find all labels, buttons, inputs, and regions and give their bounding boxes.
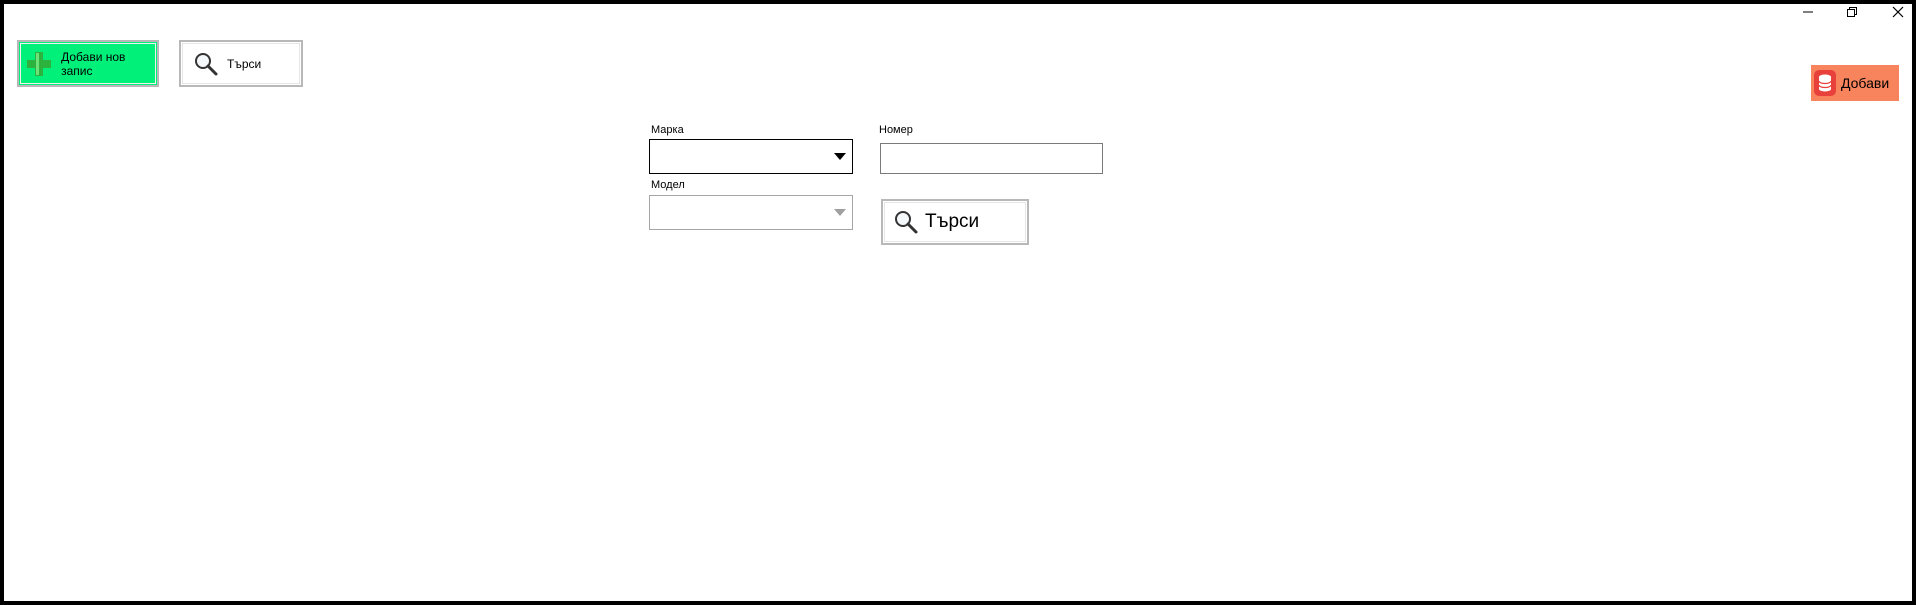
close-button[interactable] bbox=[1883, 4, 1913, 20]
model-dropdown[interactable] bbox=[649, 195, 853, 230]
number-label: Номер bbox=[879, 124, 913, 136]
search-toolbar-button[interactable]: Търси bbox=[179, 40, 303, 87]
search-button[interactable]: Търси bbox=[881, 199, 1029, 245]
close-icon bbox=[1892, 6, 1904, 18]
restore-button[interactable] bbox=[1837, 4, 1867, 20]
model-label: Модел bbox=[651, 179, 685, 191]
chevron-down-icon bbox=[834, 153, 846, 160]
magnifier-icon bbox=[895, 211, 918, 234]
restore-icon bbox=[1847, 7, 1857, 17]
add-new-record-label: Добави нов запис bbox=[61, 49, 126, 78]
minimize-icon bbox=[1803, 11, 1813, 13]
number-input[interactable] bbox=[880, 143, 1103, 174]
add-button[interactable]: Добави bbox=[1811, 65, 1899, 101]
search-button-label: Търси bbox=[925, 211, 980, 232]
brand-dropdown[interactable] bbox=[649, 139, 853, 174]
search-toolbar-label: Търси bbox=[227, 56, 262, 71]
database-icon bbox=[1814, 70, 1836, 96]
magnifier-icon bbox=[195, 52, 218, 75]
minimize-button[interactable] bbox=[1793, 4, 1823, 20]
brand-label: Марка bbox=[651, 124, 684, 136]
app-window: Добави нов запис Търси Добави Марка Номе… bbox=[0, 0, 1916, 605]
add-label: Добави bbox=[1841, 75, 1890, 91]
chevron-down-icon bbox=[834, 209, 846, 216]
plus-icon bbox=[27, 51, 51, 76]
add-new-record-button[interactable]: Добави нов запис bbox=[17, 40, 159, 87]
